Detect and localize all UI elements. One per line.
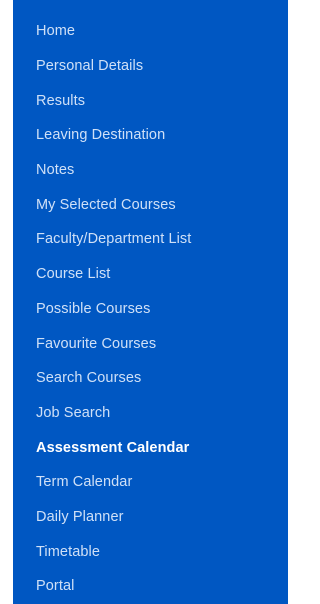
sidebar-item-label: My Selected Courses [36,196,176,213]
sidebar-item-label: Personal Details [36,58,144,75]
sidebar-item-home[interactable]: Home [13,14,288,49]
sidebar-item-possible-courses[interactable]: Possible Courses [13,292,288,327]
sidebar-item-label: Possible Courses [36,300,151,317]
sidebar-item-label: Faculty/Department List [36,231,192,248]
sidebar-item-label: Assessment Calendar [36,439,190,456]
sidebar-item-faculty-department-list[interactable]: Faculty/Department List [13,222,288,257]
sidebar-item-portal[interactable]: Portal [13,569,288,604]
sidebar-item-notes[interactable]: Notes [13,153,288,188]
sidebar-item-daily-planner[interactable]: Daily Planner [13,500,288,535]
sidebar-item-leaving-destination[interactable]: Leaving Destination [13,118,288,153]
sidebar-item-personal-details[interactable]: Personal Details [13,49,288,84]
sidebar-item-term-calendar[interactable]: Term Calendar [13,465,288,500]
sidebar-item-label: Timetable [36,543,101,560]
sidebar-item-label: Job Search [36,404,111,421]
sidebar-item-label: Daily Planner [36,508,124,525]
sidebar-item-label: Results [36,92,86,109]
sidebar-item-search-courses[interactable]: Search Courses [13,361,288,396]
sidebar-item-label: Leaving Destination [36,127,166,144]
sidebar-item-label: Term Calendar [36,474,133,491]
sidebar-item-favourite-courses[interactable]: Favourite Courses [13,326,288,361]
sidebar-item-label: Course List [36,266,111,283]
sidebar-item-label: Portal [36,578,75,595]
sidebar-item-label: Favourite Courses [36,335,157,352]
sidebar-item-label: Home [36,23,76,40]
sidebar-nav: Home Personal Details Results Leaving De… [13,0,288,604]
sidebar-item-results[interactable]: Results [13,83,288,118]
sidebar-item-course-list[interactable]: Course List [13,257,288,292]
sidebar-item-timetable[interactable]: Timetable [13,534,288,569]
nav-list: Home Personal Details Results Leaving De… [13,14,288,604]
sidebar-item-job-search[interactable]: Job Search [13,396,288,431]
sidebar-item-label: Notes [36,162,75,179]
sidebar-item-assessment-calendar[interactable]: Assessment Calendar [13,430,288,465]
sidebar-item-label: Search Courses [36,370,142,387]
sidebar-item-my-selected-courses[interactable]: My Selected Courses [13,187,288,222]
